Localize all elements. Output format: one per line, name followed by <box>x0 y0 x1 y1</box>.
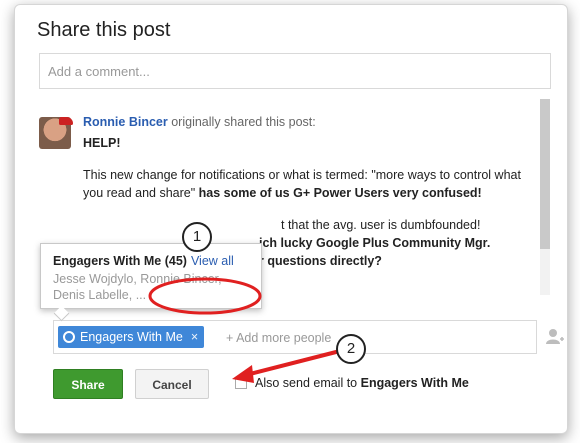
dialog-title: Share this post <box>37 19 171 41</box>
post-text-line: t that the avg. user is dumbfounded! <box>281 218 481 232</box>
annotation-badge-1: 1 <box>182 222 212 252</box>
add-person-icon[interactable] <box>545 327 565 347</box>
email-label-target: Engagers With Me <box>360 376 469 390</box>
share-button[interactable]: Share <box>53 369 123 399</box>
circle-chip[interactable]: Engagers With Me × <box>58 326 205 348</box>
author-suffix: originally shared this post: <box>171 115 316 129</box>
view-all-link[interactable]: View all <box>191 254 234 268</box>
circle-chip-label: Engagers With Me <box>80 330 183 344</box>
tooltip-header: Engagers With Me (45) View all <box>53 254 249 268</box>
chip-remove-icon[interactable]: × <box>191 330 198 344</box>
tooltip-circle-name: Engagers With Me (45) <box>53 254 187 268</box>
circle-icon <box>63 331 75 343</box>
post-text-line-bold-2: r questions directly? <box>259 254 382 268</box>
annotation-arrow <box>232 349 341 383</box>
comment-input[interactable]: Add a comment... <box>39 53 551 89</box>
post-heading: HELP! <box>83 136 121 150</box>
annotation-badge-2: 2 <box>336 334 366 364</box>
annotation-ellipse <box>148 277 262 315</box>
author-name-link[interactable]: Ronnie Bincer <box>83 115 168 129</box>
post-author-line: Ronnie Bincer originally shared this pos… <box>83 115 316 129</box>
cancel-button[interactable]: Cancel <box>135 369 209 399</box>
post-text-line-bold: ich lucky Google Plus Community Mgr. <box>259 236 491 250</box>
avatar[interactable] <box>39 117 73 149</box>
add-people-input[interactable]: + Add more people <box>226 331 331 345</box>
post-text-bold: has some of us G+ Power Users very confu… <box>195 186 482 200</box>
